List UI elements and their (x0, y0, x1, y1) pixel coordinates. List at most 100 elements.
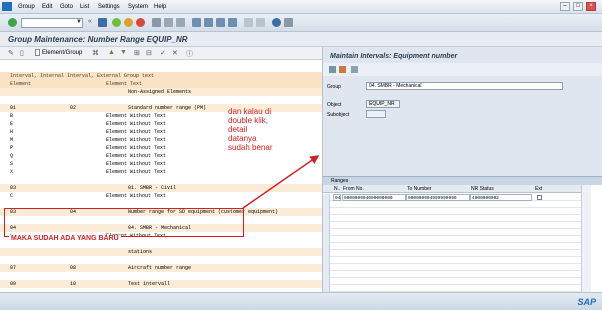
move-up-icon[interactable]: ▲ (108, 49, 115, 56)
sap-menu-icon[interactable] (2, 2, 12, 11)
row-selector[interactable] (323, 201, 330, 208)
range-row[interactable]: 04 000000004000000000 000000004999999999 40… (323, 194, 581, 201)
find-icon[interactable] (164, 18, 173, 27)
row-selector[interactable] (323, 264, 330, 271)
new-doc-icon[interactable]: ▯ (20, 49, 24, 57)
menu-help[interactable]: Help (154, 4, 166, 10)
list-row[interactable]: C Element Without Text (0, 192, 355, 200)
range-row[interactable] (323, 201, 581, 208)
list-row[interactable]: H Element Without Text (0, 128, 355, 136)
save-icon[interactable] (98, 18, 107, 27)
help-icon[interactable] (272, 18, 281, 27)
select-icon[interactable]: ⌘ (92, 49, 99, 57)
edit-icon[interactable] (339, 66, 346, 73)
command-field[interactable] (21, 18, 83, 28)
list-cell-c3: Element Without Text (106, 153, 167, 159)
layout-icon[interactable] (284, 18, 293, 27)
row-selector[interactable] (323, 271, 330, 278)
list-row[interactable]: P Element Without Text (0, 144, 355, 152)
enter-icon[interactable] (8, 18, 17, 27)
maximize-icon[interactable]: □ (573, 2, 583, 11)
row-selector[interactable] (323, 208, 330, 215)
menu-goto[interactable]: Goto (60, 4, 73, 10)
menu-edit[interactable]: Edit (42, 4, 52, 10)
range-row[interactable] (323, 264, 581, 271)
find-next-icon[interactable] (176, 18, 185, 27)
ext-checkbox[interactable] (537, 195, 542, 200)
list-cell-c3: Test intervall (128, 281, 171, 287)
last-page-icon[interactable] (228, 18, 237, 27)
range-cell-n[interactable]: 04 (333, 194, 341, 201)
ranges-scrollbar[interactable] (581, 185, 591, 293)
group-field[interactable]: 04. SMBR - Mechanical (366, 82, 563, 90)
range-row[interactable] (323, 236, 581, 243)
next-page-icon[interactable] (216, 18, 225, 27)
delete-icon[interactable]: ✕ (172, 49, 178, 57)
list-row[interactable]: 09 10 Test intervall (0, 280, 355, 288)
expand-icon[interactable]: ⊞ (134, 49, 140, 57)
menu-system[interactable]: System (128, 4, 148, 10)
range-row[interactable] (323, 278, 581, 285)
range-row[interactable] (323, 250, 581, 257)
range-row[interactable] (323, 229, 581, 236)
row-selector[interactable] (323, 194, 330, 201)
range-row[interactable] (323, 215, 581, 222)
check-icon[interactable]: ✓ (160, 49, 166, 57)
range-cell-status[interactable]: 4000000002 (470, 194, 532, 201)
list-row[interactable]: Non-Assigned Elements (0, 88, 355, 96)
table-icon[interactable] (351, 66, 358, 73)
print-icon[interactable] (152, 18, 161, 27)
list-row[interactable]: E Element Without Text (0, 120, 355, 128)
row-selector[interactable] (323, 243, 330, 250)
history-icon[interactable]: « (88, 18, 97, 27)
range-row[interactable] (323, 208, 581, 215)
list-row[interactable]: stations (0, 248, 355, 256)
range-row[interactable] (323, 271, 581, 278)
info-icon[interactable]: ⓘ (186, 49, 193, 59)
list-row[interactable]: B Element Without Text (0, 112, 355, 120)
range-row[interactable] (323, 285, 581, 292)
back-icon[interactable] (112, 18, 121, 27)
list-row[interactable]: M Element Without Text (0, 136, 355, 144)
list-row[interactable]: 07 08 Aircraft number range (0, 264, 355, 272)
row-selector[interactable] (323, 250, 330, 257)
list-row[interactable]: X Element Without Text (0, 168, 355, 176)
row-selector[interactable] (323, 229, 330, 236)
range-row[interactable] (323, 257, 581, 264)
display-icon[interactable] (329, 66, 336, 73)
row-selector[interactable] (323, 257, 330, 264)
subobject-field[interactable] (366, 110, 386, 118)
row-selector[interactable] (323, 215, 330, 222)
first-page-icon[interactable] (192, 18, 201, 27)
menu-group[interactable]: Group (18, 4, 35, 10)
range-cell-from[interactable]: 000000004000000000 (342, 194, 406, 201)
minimize-icon[interactable]: – (560, 2, 570, 11)
list-row[interactable]: 03 01. SMBR - Civil (0, 184, 355, 192)
range-row[interactable] (323, 243, 581, 250)
row-selector[interactable] (323, 236, 330, 243)
list-row[interactable]: 01 02 Standard number range (PM) (0, 104, 355, 112)
document-icon (35, 49, 40, 56)
range-row[interactable] (323, 222, 581, 229)
close-icon[interactable]: × (586, 2, 596, 11)
element-group-button[interactable]: Element/Group (35, 49, 82, 56)
collapse-icon[interactable]: ⊟ (146, 49, 152, 57)
row-selector[interactable] (323, 278, 330, 285)
exit-icon[interactable] (124, 18, 133, 27)
menu-list[interactable]: List (80, 4, 89, 10)
page-title: Group Maintenance: Number Range EQUIP_NR (8, 35, 188, 44)
range-cell-to[interactable]: 000000004999999999 (406, 194, 470, 201)
previous-page-icon[interactable] (204, 18, 213, 27)
move-down-icon[interactable]: ▼ (120, 49, 127, 56)
cancel-icon[interactable] (136, 18, 145, 27)
menu-settings[interactable]: Settings (98, 4, 120, 10)
chevron-down-icon[interactable]: ▼ (76, 19, 82, 25)
object-field[interactable]: EQUIP_NR (366, 100, 400, 108)
pencil-icon[interactable]: ✎ (8, 49, 14, 57)
list-row[interactable]: Q Element Without Text (0, 152, 355, 160)
row-selector[interactable] (323, 285, 330, 292)
row-selector[interactable] (323, 222, 330, 229)
shortcut-icon[interactable] (256, 18, 265, 27)
list-row[interactable]: S Element Without Text (0, 160, 355, 168)
new-session-icon[interactable] (244, 18, 253, 27)
